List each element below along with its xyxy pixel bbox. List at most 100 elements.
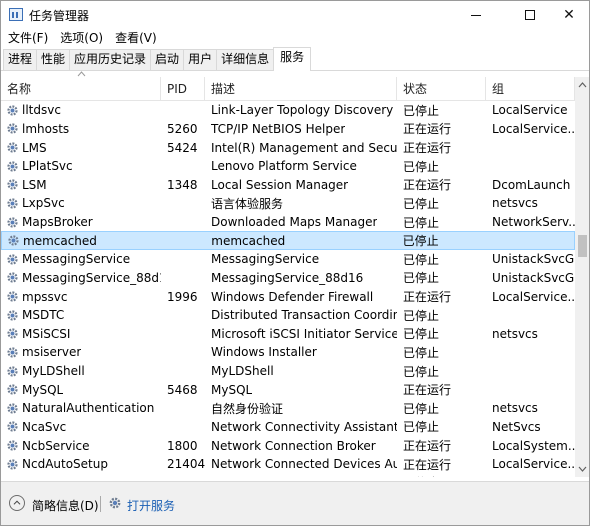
service-row[interactable]: MessagingService MessagingService 已停止 Unist… xyxy=(1,250,575,269)
service-row[interactable]: MSiSCSI Microsoft iSCSI Initiator Service… xyxy=(1,325,575,344)
vertical-scrollbar[interactable] xyxy=(575,77,590,477)
open-services-link[interactable]: 打开服务 xyxy=(127,497,175,514)
service-row[interactable]: MySQL 5468 MySQL 正在运行 xyxy=(1,380,575,399)
service-pid-cell xyxy=(161,399,205,418)
service-status-cell: 正在运行 xyxy=(397,436,486,455)
service-gear-icon xyxy=(7,403,18,414)
service-group-cell xyxy=(486,380,575,399)
fewer-details-button[interactable]: 简略信息(D) xyxy=(32,497,99,514)
service-pid: 21404 xyxy=(167,457,205,472)
service-status-cell: 正在运行 xyxy=(397,455,486,474)
tab-performance[interactable]: 性能 xyxy=(36,49,71,70)
service-row[interactable]: MyLDShell MyLDShell 已停止 xyxy=(1,362,575,381)
maximize-icon xyxy=(525,10,535,20)
service-description: MessagingService xyxy=(211,252,320,267)
service-description: Windows Installer xyxy=(211,345,317,360)
close-button[interactable]: ✕ xyxy=(546,1,589,29)
tab-startup[interactable]: 启动 xyxy=(150,49,185,70)
service-name: MSiSCSI xyxy=(22,326,71,341)
service-gear-icon xyxy=(7,347,18,358)
tab-processes[interactable]: 进程 xyxy=(3,49,38,70)
service-group-cell: netsvcs xyxy=(486,325,575,344)
service-row[interactable]: memcached memcached 已停止 xyxy=(1,231,575,250)
service-description: Lenovo Platform Service xyxy=(211,159,357,174)
service-row[interactable]: MessagingService_88d16 MessagingService_8… xyxy=(1,269,575,288)
tab-services[interactable]: 服务 xyxy=(273,47,312,71)
service-group: netsvcs xyxy=(492,196,538,211)
services-gear-icon[interactable] xyxy=(108,496,122,510)
column-header-group[interactable]: 组 xyxy=(486,77,575,101)
menu-bar: 文件(F) 选项(O) 查看(V) xyxy=(1,29,163,47)
service-group-cell xyxy=(486,306,575,325)
service-gear-icon xyxy=(6,476,19,477)
service-row[interactable]: MSDTC Distributed Transaction Coordina...… xyxy=(1,306,575,325)
service-row[interactable]: msiserver Windows Installer 已停止 xyxy=(1,343,575,362)
tab-app-history[interactable]: 应用历史记录 xyxy=(69,49,152,70)
services-table: lltdsvc Link-Layer Topology Discovery ...… xyxy=(1,101,575,477)
service-description: memcached xyxy=(211,233,286,248)
service-status: 已停止 xyxy=(403,345,440,360)
service-description-cell: MessagingService_88d16 xyxy=(205,269,397,288)
column-header-status[interactable]: 状态 xyxy=(397,77,486,101)
service-name-cell: msiserver xyxy=(1,343,161,362)
service-description-cell: Downloaded Maps Manager xyxy=(205,213,397,232)
service-group-cell: DcomLaunch xyxy=(486,176,575,195)
service-group-cell: netsvcs xyxy=(486,194,575,213)
service-status-cell: 已停止 xyxy=(397,418,486,437)
title-bar[interactable]: 任务管理器 ✕ xyxy=(1,1,589,29)
service-name: MyLDShell xyxy=(22,364,85,379)
minimize-button[interactable] xyxy=(453,1,499,29)
service-description: Downloaded Maps Manager xyxy=(211,215,378,230)
service-status-cell: 正在运行 xyxy=(397,287,486,306)
service-description: TCP/IP NetBIOS Helper xyxy=(211,121,346,136)
menu-options[interactable]: 选项(O) xyxy=(54,29,109,47)
service-row[interactable]: Netlogon Netlogon 已停止 xyxy=(1,474,575,477)
service-status-cell: 已停止 xyxy=(397,399,486,418)
service-row[interactable]: LxpSvc 语言体验服务 已停止 netsvcs xyxy=(1,194,575,213)
service-pid-cell: 1800 xyxy=(161,436,205,455)
menu-view[interactable]: 查看(V) xyxy=(109,29,163,47)
service-row[interactable]: lltdsvc Link-Layer Topology Discovery ...… xyxy=(1,101,575,120)
column-header-pid[interactable]: PID xyxy=(161,77,205,101)
service-description: MyLDShell xyxy=(211,364,274,379)
service-row[interactable]: LPlatSvc Lenovo Platform Service 已停止 xyxy=(1,157,575,176)
service-description-cell: MySQL xyxy=(205,380,397,399)
service-name-cell: MSiSCSI xyxy=(1,325,161,344)
service-description: Intel(R) Management and Securit... xyxy=(211,140,397,155)
service-row[interactable]: MapsBroker Downloaded Maps Manager 已停止 Netw… xyxy=(1,213,575,232)
scrollbar-thumb[interactable] xyxy=(578,235,587,257)
service-status: 已停止 xyxy=(403,103,440,118)
service-description-cell: MessagingService xyxy=(205,250,397,269)
service-row[interactable]: NcaSvc Network Connectivity Assistant 已停止 N… xyxy=(1,418,575,437)
service-status: 已停止 xyxy=(403,364,440,379)
service-row[interactable]: NcbService 1800 Network Connection Broker 正… xyxy=(1,436,575,455)
service-gear-icon xyxy=(7,272,18,284)
service-status: 正在运行 xyxy=(403,457,452,472)
service-description-cell: Windows Installer xyxy=(205,343,397,362)
scroll-down-icon[interactable] xyxy=(575,461,590,477)
service-row[interactable]: LSM 1348 Local Session Manager 正在运行 DcomLaun… xyxy=(1,176,575,195)
service-group-cell: LocalService... xyxy=(486,287,575,306)
column-header-pid-label: PID xyxy=(167,82,188,96)
service-name-cell: MyLDShell xyxy=(1,362,161,381)
service-description: Local Session Manager xyxy=(211,177,349,192)
service-pid-cell: 21404 xyxy=(161,455,205,474)
column-header-description-label: 描述 xyxy=(211,82,236,96)
service-name: NcbService xyxy=(22,438,90,453)
scroll-up-icon[interactable] xyxy=(575,77,590,93)
service-pid: 1996 xyxy=(167,289,198,304)
service-row[interactable]: NcdAutoSetup 21404 Network Connected Devic… xyxy=(1,455,575,474)
service-row[interactable]: LMS 5424 Intel(R) Management and Securit..… xyxy=(1,138,575,157)
service-description: MessagingService_88d16 xyxy=(211,270,364,285)
column-header-description[interactable]: 描述 xyxy=(205,77,397,101)
service-name: lmhosts xyxy=(22,121,70,136)
service-row[interactable]: mpssvc 1996 Windows Defender Firewall 正在运行 L… xyxy=(1,287,575,306)
chevron-up-icon[interactable] xyxy=(9,495,25,511)
minimize-icon xyxy=(471,14,481,16)
menu-file[interactable]: 文件(F) xyxy=(1,29,54,47)
tab-users[interactable]: 用户 xyxy=(183,49,218,70)
tab-details[interactable]: 详细信息 xyxy=(216,49,275,70)
service-row[interactable]: lmhosts 5260 TCP/IP NetBIOS Helper 正在运行 Loca… xyxy=(1,120,575,139)
column-header-name[interactable]: 名称 xyxy=(1,71,161,101)
service-row[interactable]: NaturalAuthentication 自然身份验证 已停止 netsvcs xyxy=(1,399,575,418)
